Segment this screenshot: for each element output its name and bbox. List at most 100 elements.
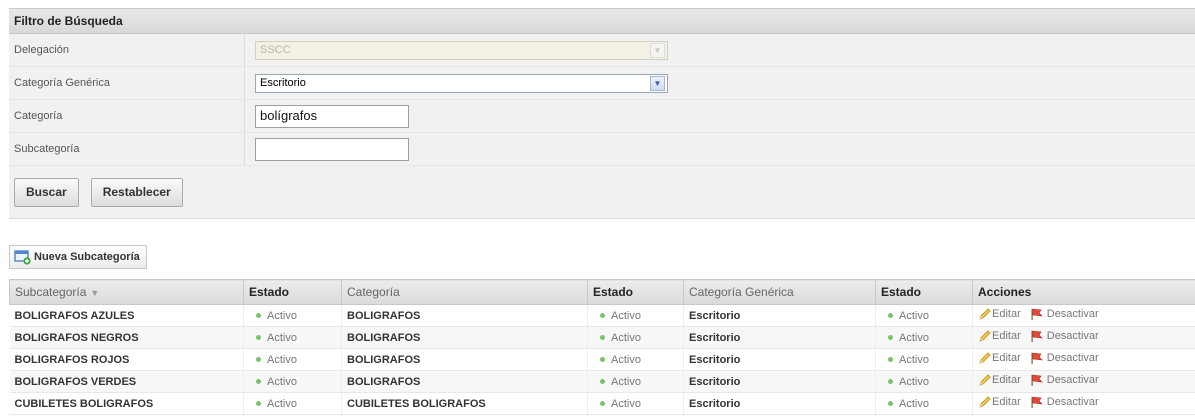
chevron-down-icon[interactable]: ▼ [650,75,665,91]
actions-cell: Editar Desactivar [972,348,1195,371]
status-cell: Activo [587,392,684,415]
actions-cell: Editar Desactivar [972,326,1195,349]
new-subcategory-label: Nueva Subcategoría [34,251,140,263]
status-dot-icon [600,401,605,407]
new-window-icon [14,250,31,265]
restablecer-button[interactable]: Restablecer [90,177,183,207]
categoria-generica-cell: Escritorio [683,304,876,327]
categoria-cell: BOLIGRAFOS [341,304,588,327]
categoria-generica-cell: Escritorio [683,392,876,415]
status-cell: Activo [875,304,973,327]
deactivate-button[interactable]: Desactivar [1030,329,1099,343]
flag-icon [1031,330,1043,342]
actions-cell: Editar Desactivar [972,370,1195,393]
edit-button[interactable]: Editar [978,351,1021,365]
pencil-icon [979,330,991,342]
deactivate-button[interactable]: Desactivar [1030,395,1099,409]
filter-row-delegacion: Delegación SSCC ▼ [9,34,1195,67]
table-row: BOLIGRAFOS AZULES Activo BOLIGRAFOS Activo E… [9,304,1195,327]
status-dot-icon [888,313,893,319]
cat-generica-select-value: Escritorio [260,76,306,89]
table-header-row: Subcategoría ▼ Estado Categoría Estado Ca… [9,279,1195,305]
categoria-generica-cell: Escritorio [683,348,876,371]
table-row: BOLIGRAFOS NEGROS Activo BOLIGRAFOS Activo E… [9,326,1195,349]
flag-icon [1031,374,1043,386]
delegacion-select[interactable]: SSCC ▼ [255,40,668,60]
new-subcategory-button[interactable]: Nueva Subcategoría [9,245,147,269]
edit-button[interactable]: Editar [978,329,1021,343]
status-dot-icon [256,313,261,319]
subcategoria-cell: CUBILETES BOLIGRAFOS [9,392,244,415]
subcategoria-cell: BOLIGRAFOS ROJOS [9,348,244,371]
filter-row-cat-generica: Categoría Genérica Escritorio ▼ [9,67,1195,100]
pencil-icon [979,374,991,386]
edit-button[interactable]: Editar [978,373,1021,387]
subcategory-table: Subcategoría ▼ Estado Categoría Estado Ca… [9,279,1195,415]
status-dot-icon [888,357,893,363]
page: Filtro de Búsqueda Delegación SSCC ▼ Cat… [9,0,1195,415]
deactivate-button[interactable]: Desactivar [1030,351,1099,365]
status-cell: Activo [243,304,342,327]
header-categoria[interactable]: Categoría [341,279,588,305]
status-cell: Activo [875,326,973,349]
categoria-cell: BOLIGRAFOS [341,326,588,349]
pencil-icon [979,308,991,320]
categoria-cell: CUBILETES BOLIGRAFOS [341,392,588,415]
delegacion-label: Delegación [9,34,245,66]
deactivate-button[interactable]: Desactivar [1030,373,1099,387]
status-dot-icon [256,379,261,385]
delegacion-select-value: SSCC [260,43,291,56]
filter-row-subcategoria: Subcategoría [9,133,1195,166]
status-cell: Activo [243,392,342,415]
categoria-input[interactable]: bolígrafos [255,104,409,128]
header-subcategoria[interactable]: Subcategoría ▼ [9,279,244,305]
subcategoria-input[interactable] [255,137,409,161]
status-dot-icon [600,379,605,385]
status-cell: Activo [243,326,342,349]
header-estado[interactable]: Estado [243,279,342,305]
status-dot-icon [600,313,605,319]
status-cell: Activo [587,370,684,393]
flag-icon [1031,396,1043,408]
status-dot-icon [256,357,261,363]
status-dot-icon [888,379,893,385]
categoria-cell: BOLIGRAFOS [341,370,588,393]
status-dot-icon [600,335,605,341]
edit-button[interactable]: Editar [978,395,1021,409]
status-cell: Activo [587,326,684,349]
filter-actions: Buscar Restablecer [9,166,1195,219]
status-dot-icon [600,357,605,363]
header-acciones: Acciones [972,279,1195,305]
buscar-button[interactable]: Buscar [14,177,79,207]
edit-button[interactable]: Editar [978,307,1021,321]
flag-icon [1031,352,1043,364]
actions-cell: Editar Desactivar [972,392,1195,415]
subcategoria-cell: BOLIGRAFOS AZULES [9,304,244,327]
status-cell: Activo [243,348,342,371]
cat-generica-label: Categoría Genérica [9,67,245,99]
filter-title: Filtro de Búsqueda [9,8,1195,34]
subcategoria-cell: BOLIGRAFOS NEGROS [9,326,244,349]
table-row: CUBILETES BOLIGRAFOS Activo CUBILETES BOLI… [9,392,1195,415]
status-dot-icon [256,335,261,341]
status-dot-icon [888,401,893,407]
categoria-generica-cell: Escritorio [683,370,876,393]
header-estado[interactable]: Estado [875,279,973,305]
pencil-icon [979,396,991,408]
header-categoria-generica[interactable]: Categoría Genérica [683,279,876,305]
deactivate-button[interactable]: Desactivar [1030,307,1099,321]
status-cell: Activo [587,348,684,371]
cat-generica-select[interactable]: Escritorio ▼ [255,73,668,93]
categoria-label: Categoría [9,100,245,132]
table-row: BOLIGRAFOS ROJOS Activo BOLIGRAFOS Activo Es… [9,348,1195,371]
table-row: BOLIGRAFOS VERDES Activo BOLIGRAFOS Activo E… [9,370,1195,393]
header-estado[interactable]: Estado [587,279,684,305]
pencil-icon [979,352,991,364]
status-dot-icon [256,401,261,407]
categoria-cell: BOLIGRAFOS [341,348,588,371]
status-cell: Activo [243,370,342,393]
status-dot-icon [888,335,893,341]
chevron-down-icon: ▼ [650,42,665,58]
status-cell: Activo [875,370,973,393]
categoria-generica-cell: Escritorio [683,326,876,349]
